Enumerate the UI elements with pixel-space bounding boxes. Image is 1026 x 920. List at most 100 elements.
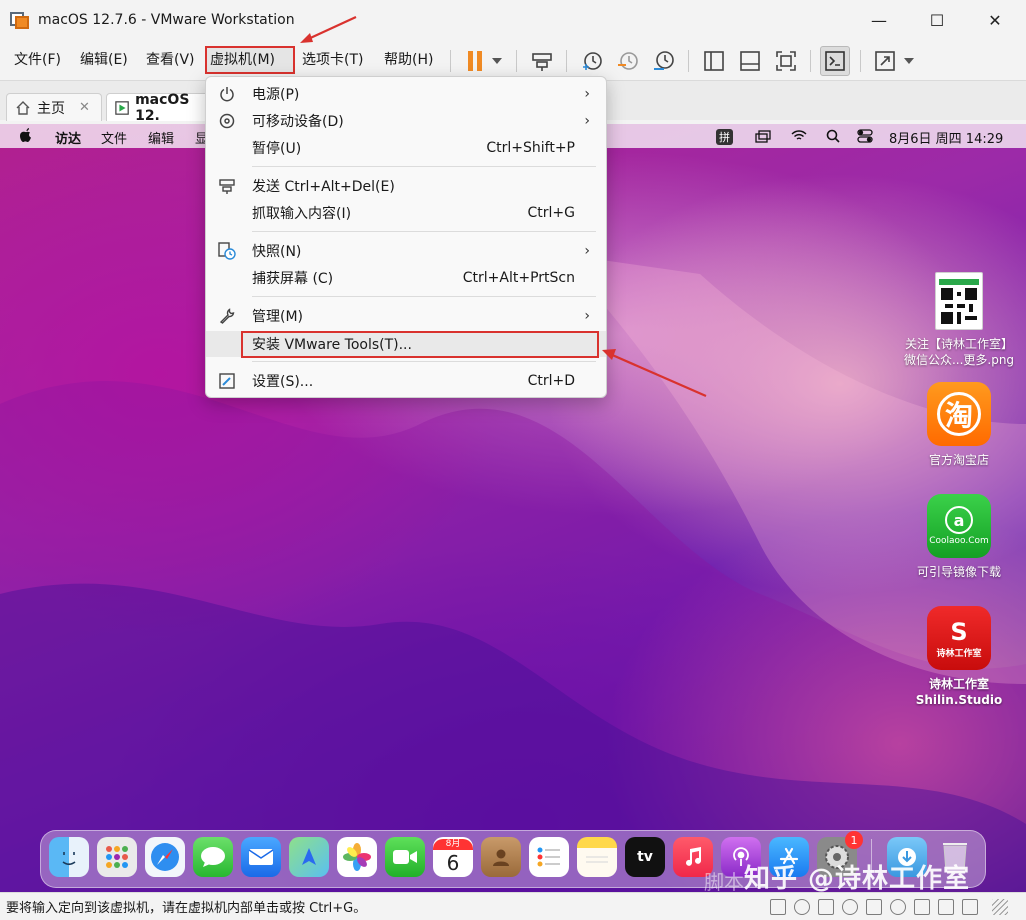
view-library-button[interactable] [699, 46, 729, 76]
snapshot-manager-icon [654, 51, 674, 70]
launchpad-dock-icon[interactable] [97, 837, 137, 877]
apple-tv-label: tv [637, 849, 653, 865]
menu-item-capture-screen[interactable]: 捕获屏幕 (C) Ctrl+Alt+PrtScn [206, 265, 606, 291]
menu-item-send-ctrl-alt-del[interactable]: 发送 Ctrl+Alt+Del(E) [206, 173, 606, 199]
menu-item-pause-label: 暂停(U) [252, 141, 302, 157]
toolbar-separator [516, 50, 517, 72]
desktop-file-qr[interactable]: 关注【诗林工作室】 微信公众...更多.png [899, 272, 1019, 368]
stage-manager-icon[interactable] [755, 130, 771, 143]
desktop-link-coolaoo-label: 可引导镜像下载 [916, 565, 1001, 579]
tab-home-label: 主页 [37, 100, 65, 117]
view-thumbnail-button[interactable] [735, 46, 765, 76]
finder-dock-icon[interactable] [49, 837, 89, 877]
menu-help[interactable]: 帮助(H) [381, 48, 436, 72]
menu-item-pause[interactable]: 暂停(U) Ctrl+Shift+P [206, 135, 606, 161]
power-dropdown-button[interactable] [486, 46, 508, 76]
send-ctrl-alt-del-button[interactable] [527, 46, 557, 76]
menu-item-capture-screen-label: 捕获屏幕 (C) [252, 271, 334, 287]
menu-item-settings[interactable]: 设置(S)... Ctrl+D [206, 368, 606, 394]
contacts-dock-icon[interactable] [481, 837, 521, 877]
menu-view[interactable]: 查看(V) [143, 48, 198, 72]
maximize-button[interactable]: ☐ [908, 0, 966, 40]
notification-badge: 1 [845, 831, 863, 849]
hard-disk-icon[interactable] [770, 899, 786, 915]
messages-dock-icon[interactable] [193, 837, 233, 877]
shilin-studio-icon: S 诗林工作室 [927, 606, 991, 670]
title-bar: macOS 12.7.6 - VMware Workstation — ☐ ✕ [0, 0, 1026, 40]
desktop-link-shilin[interactable]: S 诗林工作室 诗林工作室 Shilin.Studio [899, 606, 1019, 708]
reminders-dock-icon[interactable] [529, 837, 569, 877]
spotlight-search-icon[interactable] [826, 129, 840, 143]
control-center-icon[interactable] [857, 129, 873, 143]
console-view-button[interactable] [820, 46, 850, 76]
stretch-button[interactable] [870, 46, 900, 76]
display-icon[interactable] [938, 899, 954, 915]
menu-file[interactable]: 文件(F) [11, 48, 64, 72]
resize-grip-icon[interactable] [992, 899, 1008, 915]
view-thumbnail-icon [740, 51, 760, 71]
desktop-link-taobao[interactable]: 淘 官方淘宝店 [899, 382, 1019, 468]
facetime-dock-icon[interactable] [385, 837, 425, 877]
stretch-dropdown-button[interactable] [898, 46, 920, 76]
bluetooth-icon[interactable] [890, 899, 906, 915]
send-keys-icon [218, 177, 236, 195]
clock[interactable]: 8月6日 周四 14:29 [889, 128, 1003, 147]
removable-devices-icon [218, 112, 236, 130]
minimize-button[interactable]: — [850, 0, 908, 40]
input-method-indicator[interactable]: 拼 [716, 129, 733, 145]
maps-dock-icon[interactable] [289, 837, 329, 877]
close-button[interactable]: ✕ [966, 0, 1024, 40]
console-icon [825, 51, 845, 71]
menu-item-grab-input[interactable]: 抓取输入内容(I) Ctrl+G [206, 200, 606, 226]
fullscreen-button[interactable] [771, 46, 801, 76]
snapshot-revert-icon [618, 52, 638, 70]
network-adapter-icon[interactable] [818, 899, 834, 915]
revert-snapshot-button[interactable] [613, 46, 643, 76]
menu-item-manage[interactable]: 管理(M) › [206, 303, 606, 329]
photos-dock-icon[interactable] [337, 837, 377, 877]
apple-tv-dock-icon[interactable]: tv [625, 837, 665, 877]
menu-item-pause-shortcut: Ctrl+Shift+P [486, 140, 575, 156]
cd-dvd-icon[interactable] [794, 899, 810, 915]
wifi-icon[interactable] [791, 129, 807, 142]
desktop-link-coolaoo[interactable]: a Coolaoo.Com 可引导镜像下载 [899, 494, 1019, 580]
coolaoo-subtext: Coolaoo.Com [929, 536, 989, 546]
finder-menu[interactable]: 访达 [55, 128, 81, 147]
desktop-file-qr-label-1: 关注【诗林工作室】 [904, 337, 1013, 351]
sound-card-icon[interactable] [866, 899, 882, 915]
status-bar: 要将输入定向到该虚拟机，请在虚拟机内部单击或按 Ctrl+G。 [0, 892, 1026, 920]
menu-item-install-vmware-tools[interactable]: 安装 VMware Tools(T)... [206, 331, 606, 357]
notes-dock-icon[interactable] [577, 837, 617, 877]
toolbar-separator [688, 50, 689, 72]
menu-vm[interactable]: 虚拟机(M) [205, 46, 295, 74]
menu-item-snapshot-label: 快照(N) [252, 244, 302, 260]
take-snapshot-button[interactable] [577, 46, 607, 76]
power-icon [218, 85, 236, 103]
send-ctrl-alt-del-icon [532, 53, 552, 71]
tab-macos[interactable]: macOS 12. [106, 92, 210, 124]
printer-icon[interactable] [914, 899, 930, 915]
apple-logo-icon[interactable] [20, 128, 33, 143]
desktop-link-taobao-label: 官方淘宝店 [928, 453, 989, 467]
snapshot-manager-button[interactable] [649, 46, 679, 76]
menu-separator [252, 361, 596, 362]
tab-close-icon[interactable]: ✕ [79, 100, 90, 115]
desktop-link-shilin-label-1: 诗林工作室 [928, 677, 989, 691]
mac-file-menu[interactable]: 文件 [101, 128, 127, 147]
calendar-dock-icon[interactable]: 8月 6 [433, 837, 473, 877]
menu-edit[interactable]: 编辑(E) [77, 48, 131, 72]
safari-dock-icon[interactable] [145, 837, 185, 877]
toolbar-separator [450, 50, 451, 72]
menu-item-snapshot[interactable]: 快照(N) › [206, 238, 606, 264]
usb-controller-icon[interactable] [842, 899, 858, 915]
menu-item-capture-screen-shortcut: Ctrl+Alt+PrtScn [462, 270, 575, 286]
menu-tabs[interactable]: 选项卡(T) [299, 48, 366, 72]
menu-item-power[interactable]: 电源(P) › [206, 81, 606, 107]
mac-edit-menu[interactable]: 编辑 [148, 128, 174, 147]
mail-dock-icon[interactable] [241, 837, 281, 877]
menu-item-removable-devices[interactable]: 可移动设备(D) › [206, 108, 606, 134]
fullscreen-icon [776, 51, 796, 71]
desktop-link-shilin-label-2: Shilin.Studio [915, 693, 1003, 707]
message-log-icon[interactable] [962, 899, 978, 915]
tab-home[interactable]: 主页 ✕ [6, 93, 102, 121]
